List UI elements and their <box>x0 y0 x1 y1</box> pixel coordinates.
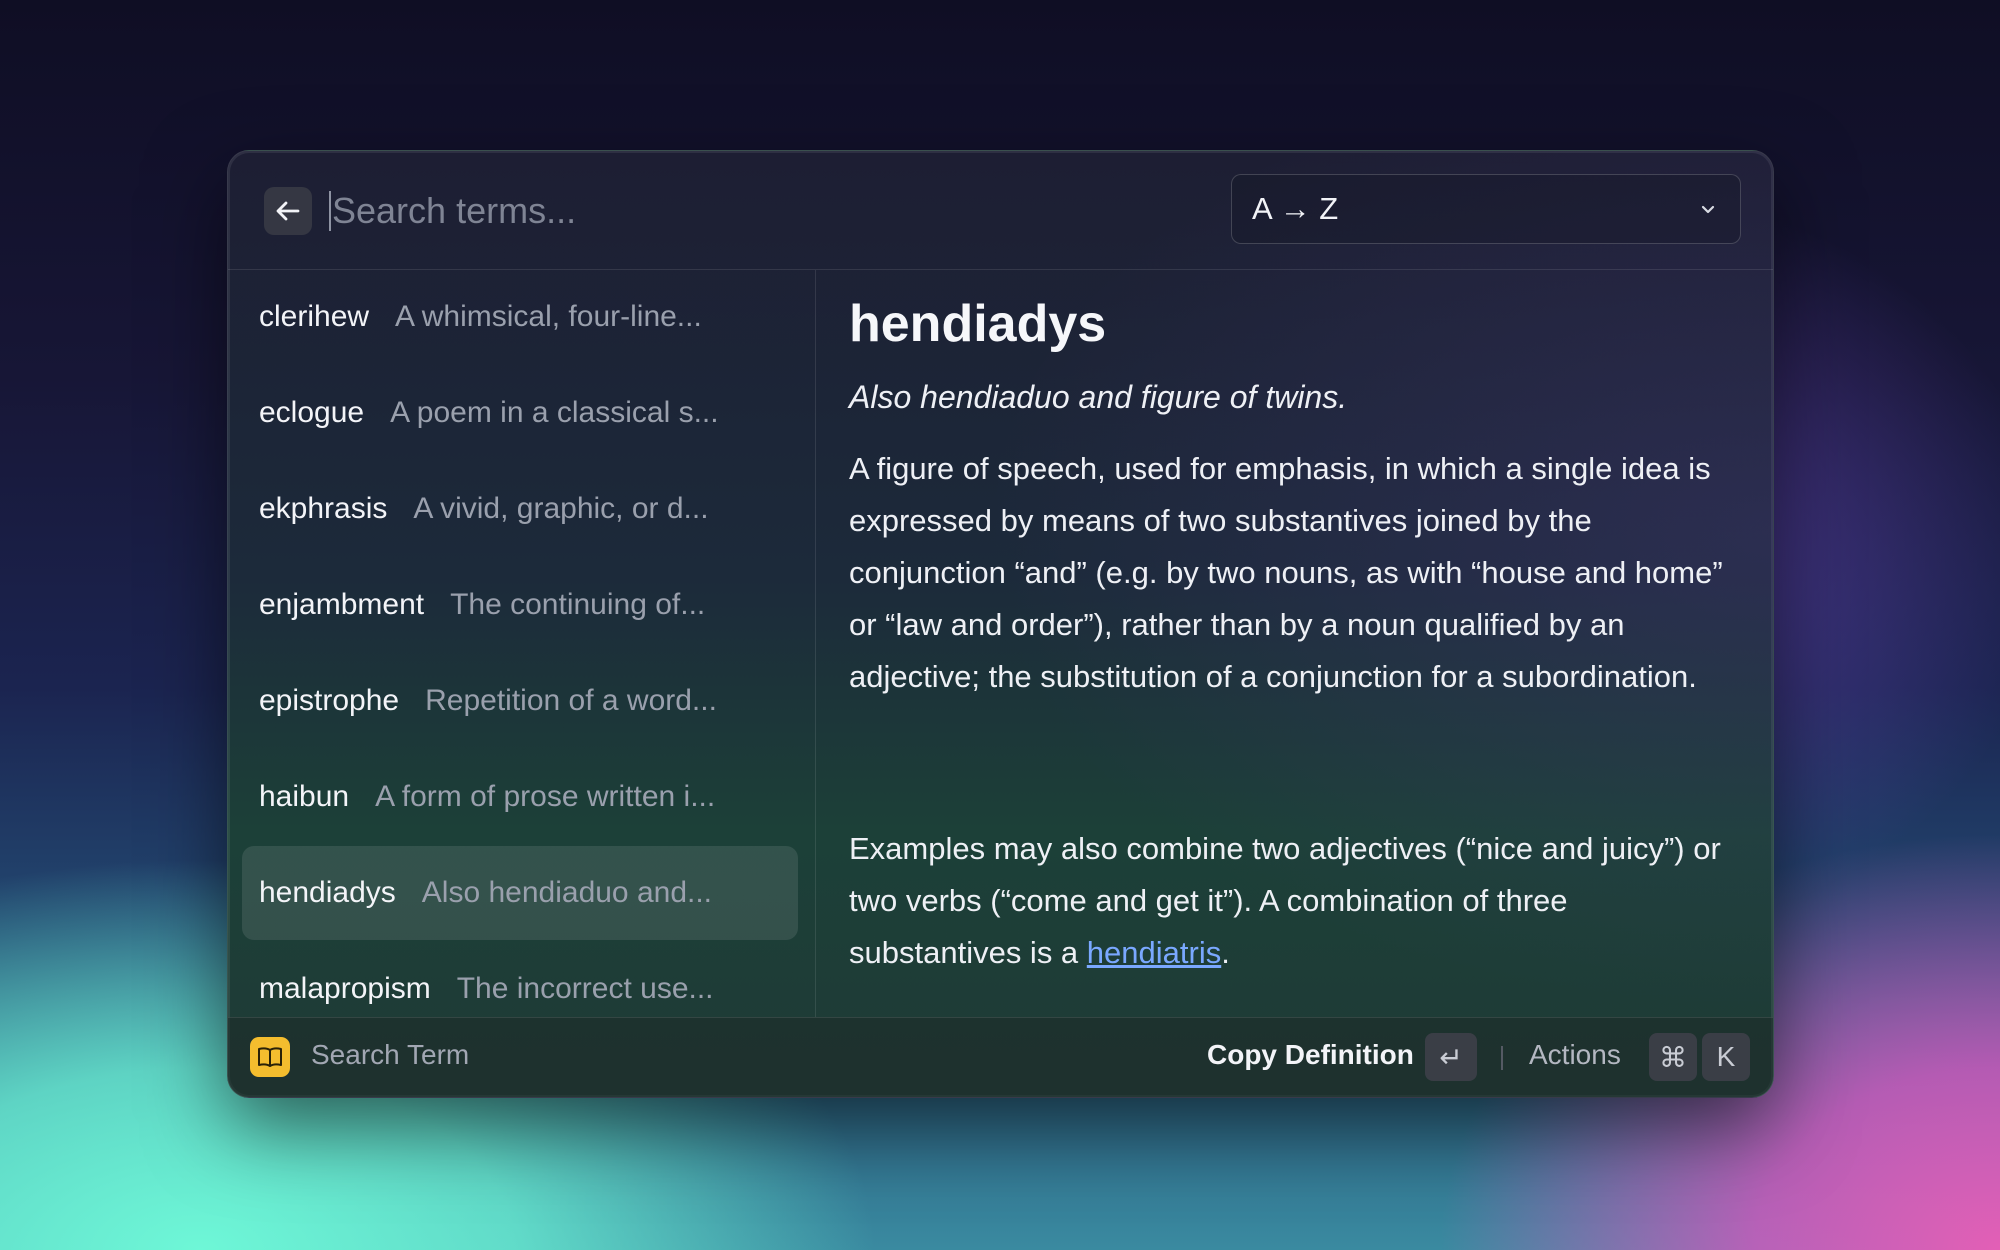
term-name: enjambment <box>259 588 425 621</box>
definition-alternates: Also hendiaduo and figure of twins. <box>849 379 1348 415</box>
list-item[interactable]: enjambment The continuing of... <box>242 558 798 652</box>
term-excerpt: Also hendiaduo and... <box>421 876 713 909</box>
command-title: Search Term <box>311 1039 470 1070</box>
book-icon <box>250 1037 290 1077</box>
search-bar: A → Z <box>228 151 1773 270</box>
divider <box>1501 1046 1503 1070</box>
term-name: haibun <box>259 780 350 813</box>
back-button[interactable] <box>264 187 312 235</box>
list-item-selected[interactable]: hendiadys Also hendiaduo and... <box>242 846 798 940</box>
command-key-icon: ⌘ <box>1649 1033 1697 1081</box>
app-window: A → Z clerihew A whimsical, four-line...… <box>227 150 1774 1098</box>
actions-button[interactable]: Actions <box>1529 1039 1621 1071</box>
paragraph-text: Examples may also combine two adjectives… <box>849 831 1721 970</box>
term-excerpt: A form of prose written i... <box>375 780 716 813</box>
term-excerpt: A poem in a classical s... <box>390 396 719 429</box>
definition-title: hendiadys <box>849 295 1107 353</box>
term-excerpt: The incorrect use... <box>456 972 714 1005</box>
arrow-left-icon <box>276 201 300 221</box>
sort-selected-value: A → Z <box>1252 191 1339 226</box>
sort-dropdown[interactable]: A → Z <box>1231 174 1741 244</box>
list-item[interactable]: clerihew A whimsical, four-line... <box>242 270 798 364</box>
definition-paragraph-examples: Examples may also combine two adjectives… <box>849 823 1739 979</box>
action-bar: Search Term Copy Definition ↵ Actions ⌘ … <box>228 1017 1773 1097</box>
term-name: hendiadys <box>259 876 396 909</box>
list-item[interactable]: ekphrasis A vivid, graphic, or d... <box>242 462 798 556</box>
term-excerpt: The continuing of... <box>450 588 706 621</box>
chevron-down-icon <box>1701 205 1715 214</box>
search-input[interactable] <box>332 185 1132 237</box>
term-name: epistrophe <box>259 684 400 717</box>
term-name: malapropism <box>259 972 431 1005</box>
hendiatris-link[interactable]: hendiatris <box>1087 935 1221 970</box>
list-item[interactable]: eclogue A poem in a classical s... <box>242 366 798 460</box>
paragraph-end: . <box>1221 935 1230 970</box>
term-name: ekphrasis <box>259 492 388 525</box>
enter-key-icon: ↵ <box>1425 1033 1477 1081</box>
term-excerpt: Repetition of a word... <box>425 684 717 717</box>
term-name: clerihew <box>259 300 370 333</box>
term-excerpt: A whimsical, four-line... <box>395 300 702 333</box>
text-caret <box>329 191 331 231</box>
definition-panel: hendiadys Also hendiaduo and figure of t… <box>849 270 1749 1017</box>
definition-paragraph: A figure of speech, used for emphasis, i… <box>849 451 1723 694</box>
list-item[interactable]: epistrophe Repetition of a word... <box>242 654 798 748</box>
list-item[interactable]: haibun A form of prose written i... <box>242 750 798 844</box>
k-key-icon: K <box>1702 1033 1750 1081</box>
term-name: eclogue <box>259 396 365 429</box>
term-excerpt: A vivid, graphic, or d... <box>413 492 709 525</box>
copy-definition-button[interactable]: Copy Definition <box>1207 1039 1414 1071</box>
term-list: clerihew A whimsical, four-line... eclog… <box>228 270 816 1017</box>
